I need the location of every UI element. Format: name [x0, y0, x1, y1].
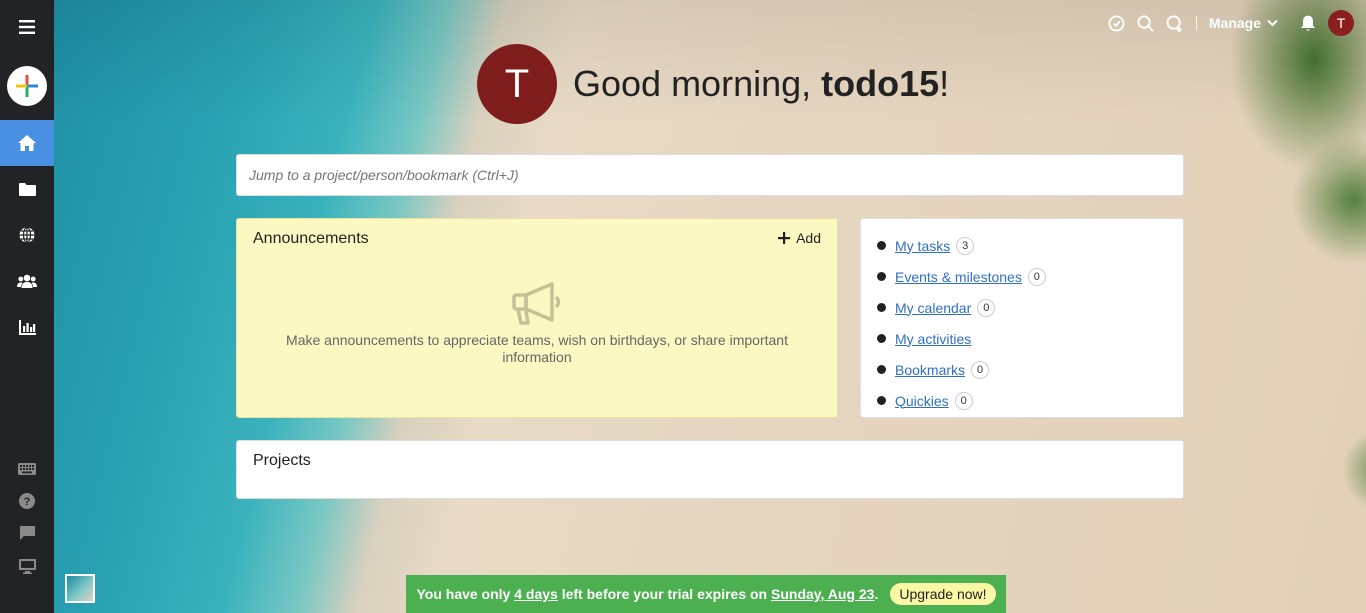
greeting-suffix: ! [939, 63, 950, 104]
link-bookmarks[interactable]: Bookmarks [895, 362, 965, 378]
chart-icon [18, 319, 36, 335]
timer-icon[interactable] [1108, 14, 1125, 32]
greeting-text: Good morning, todo15! [573, 63, 949, 105]
link-my-tasks[interactable]: My tasks [895, 238, 950, 254]
list-item: My tasks 3 [877, 230, 1183, 261]
sidebar-item-globe[interactable] [0, 212, 54, 258]
help-button[interactable]: ? [0, 485, 54, 517]
megaphone-icon [512, 282, 561, 325]
announcements-empty-message: Make announcements to appreciate teams, … [286, 332, 788, 365]
link-events-milestones[interactable]: Events & milestones [895, 269, 1022, 285]
link-quickies[interactable]: Quickies [895, 393, 949, 409]
folder-icon [18, 182, 36, 196]
bullet [877, 272, 886, 281]
sidebar-item-people[interactable] [0, 258, 54, 304]
upgrade-button[interactable]: Upgrade now! [890, 583, 996, 605]
bell-icon[interactable] [1300, 15, 1316, 32]
top-toolbar: Manage T [1108, 10, 1354, 36]
manage-menu[interactable]: Manage [1209, 15, 1278, 31]
projects-title: Projects [253, 452, 311, 469]
sidebar-item-reports[interactable] [0, 304, 54, 350]
count-badge: 0 [954, 391, 973, 410]
list-item: My calendar 0 [877, 292, 1183, 323]
trial-banner: You have only 4 days left before your tr… [406, 575, 1006, 613]
bullet [877, 241, 886, 250]
count-badge: 0 [977, 298, 996, 317]
list-item: Bookmarks 0 [877, 354, 1183, 385]
wallpaper-picker-button[interactable] [65, 574, 95, 603]
chat-button[interactable] [0, 517, 54, 549]
bullet [877, 365, 886, 374]
user-avatar[interactable]: T [1328, 10, 1354, 36]
bullet [877, 303, 886, 312]
monitor-icon [18, 558, 36, 574]
plus-icon [778, 232, 791, 244]
quick-links-panel: My tasks 3 Events & milestones 0 My calend… [860, 218, 1184, 418]
count-badge: 0 [971, 360, 990, 379]
count-badge: 3 [956, 236, 975, 255]
home-icon [18, 135, 36, 151]
sidebar-item-projects[interactable] [0, 166, 54, 212]
list-item: Events & milestones 0 [877, 261, 1183, 292]
screen-share-button[interactable] [0, 549, 54, 583]
announcements-panel: Announcements Add Make announcements to … [236, 218, 838, 418]
trial-text-mid: left before your trial expires on [557, 586, 771, 602]
list-item: My activities [877, 323, 1183, 354]
link-my-activities[interactable]: My activities [895, 331, 971, 347]
menu-button[interactable] [0, 0, 54, 54]
add-label: Add [796, 230, 821, 246]
quick-add-button[interactable] [7, 66, 47, 106]
link-my-calendar[interactable]: My calendar [895, 300, 971, 316]
keyboard-icon [18, 463, 36, 475]
search-icon[interactable] [1137, 14, 1154, 32]
sidebar: ? [0, 0, 54, 613]
greeting-prefix: Good morning, [573, 63, 822, 104]
greeting: T Good morning, todo15! [477, 44, 949, 124]
bullet [877, 396, 886, 405]
announcements-title: Announcements [253, 230, 369, 247]
add-announcement-button[interactable]: Add [778, 230, 821, 246]
count-badge: 0 [1027, 267, 1046, 286]
toolbar-divider [1195, 16, 1197, 30]
plus-icon [16, 75, 38, 97]
trial-expiry-date: Sunday, Aug 23 [771, 586, 875, 602]
keyboard-shortcuts-button[interactable] [0, 453, 54, 485]
chevron-down-icon [1267, 19, 1278, 27]
sidebar-item-home[interactable] [0, 120, 54, 166]
trial-days: 4 days [514, 586, 558, 602]
add-contact-icon[interactable] [1166, 14, 1184, 32]
jump-search-input[interactable] [236, 154, 1184, 196]
hamburger-icon [19, 20, 35, 34]
help-icon: ? [19, 493, 35, 509]
svg-text:?: ? [24, 496, 31, 508]
projects-panel: Projects [236, 440, 1184, 499]
greeting-username: todo15 [821, 63, 940, 104]
profile-avatar[interactable]: T [477, 44, 557, 124]
globe-icon [19, 227, 35, 243]
trial-text-pre: You have only [416, 586, 515, 602]
list-item: Quickies 0 [877, 385, 1183, 416]
manage-label: Manage [1208, 15, 1261, 31]
trial-text-post: . [874, 586, 879, 602]
users-icon [17, 274, 37, 288]
chat-icon [19, 526, 35, 540]
bullet [877, 334, 886, 343]
